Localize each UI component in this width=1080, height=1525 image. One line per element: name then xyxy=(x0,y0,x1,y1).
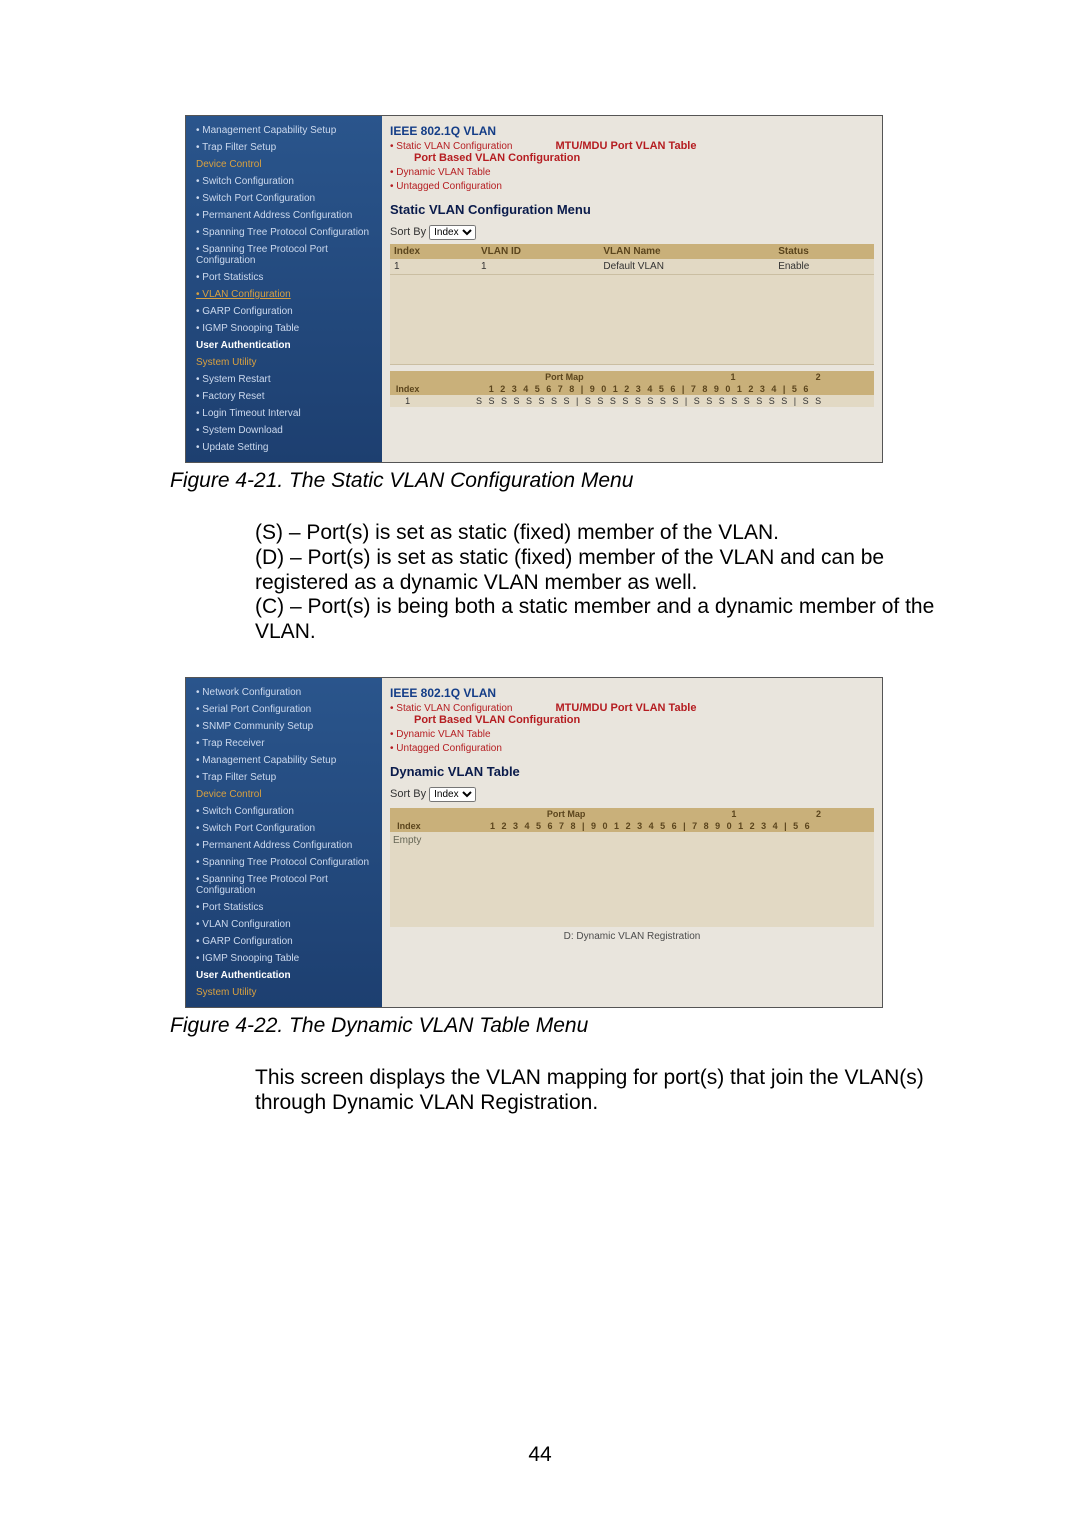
portmap-group-2: 2 xyxy=(789,371,848,383)
figure-caption-1: Figure 4-21. The Static VLAN Configurati… xyxy=(170,469,1080,493)
col-status: Status xyxy=(774,244,874,259)
vlan-table: Index VLAN ID VLAN Name Status 1 1 Defau… xyxy=(390,244,874,365)
sidebar-item[interactable]: • Spanning Tree Protocol Port Configurat… xyxy=(186,241,382,269)
sidebar-item[interactable]: • Switch Port Configuration xyxy=(186,820,382,837)
sidebar-item[interactable]: • Spanning Tree Protocol Configuration xyxy=(186,224,382,241)
portmap-values: S S S S S S S S | S S S S S S S S | S S … xyxy=(425,395,874,407)
link-untagged[interactable]: • Untagged Configuration xyxy=(390,743,502,754)
sidebar-item[interactable]: • VLAN Configuration xyxy=(186,916,382,933)
sidebar-item[interactable]: • GARP Configuration xyxy=(186,303,382,320)
body-text-2: This screen displays the VLAN mapping fo… xyxy=(255,1066,960,1116)
sidebar-item[interactable]: • IGMP Snooping Table xyxy=(186,320,382,337)
sidebar: • Management Capability Setup • Trap Fil… xyxy=(186,116,382,462)
portmap-port-numbers: 1 2 3 4 5 6 7 8 | 9 0 1 2 3 4 5 6 | 7 8 … xyxy=(425,383,874,395)
sidebar-item: Device Control xyxy=(186,786,382,803)
sidebar-item: Device Control xyxy=(186,156,382,173)
portmap-group-1: 1 xyxy=(704,808,763,820)
figure-dynamic-vlan: • Network Configuration • Serial Port Co… xyxy=(185,677,883,1008)
sidebar-item[interactable]: • Spanning Tree Protocol Port Configurat… xyxy=(186,871,382,899)
link-static-vlan[interactable]: • Static VLAN Configuration xyxy=(390,141,512,152)
panel-title: IEEE 802.1Q VLAN xyxy=(390,686,874,700)
portmap-port-numbers: 1 2 3 4 5 6 7 8 | 9 0 1 2 3 4 5 6 | 7 8 … xyxy=(428,820,874,832)
page-number: 44 xyxy=(0,1443,1080,1467)
section-title: Static VLAN Configuration Menu xyxy=(390,202,874,217)
portmap-group-1: 1 xyxy=(704,371,763,383)
port-based-vlan-label[interactable]: Port Based VLAN Configuration xyxy=(414,714,580,726)
sortby-label: Sort By xyxy=(390,788,426,800)
port-based-vlan-label[interactable]: Port Based VLAN Configuration xyxy=(414,152,580,164)
sidebar-item[interactable]: • Port Statistics xyxy=(186,899,382,916)
sidebar-item: System Utility xyxy=(186,984,382,1001)
sidebar-heading: User Authentication xyxy=(186,337,382,354)
sidebar-item[interactable]: • Trap Filter Setup xyxy=(186,139,382,156)
port-map-table: Port Map 1 2 Index 1 2 3 4 5 6 7 8 | 9 0… xyxy=(390,371,874,407)
sidebar-item[interactable]: • Port Statistics xyxy=(186,269,382,286)
sidebar-heading: User Authentication xyxy=(186,967,382,984)
sidebar-item[interactable]: • Trap Receiver xyxy=(186,735,382,752)
sidebar-item[interactable]: • Switch Configuration xyxy=(186,173,382,190)
port-vlan-table-label[interactable]: MTU/MDU Port VLAN Table xyxy=(556,702,697,714)
link-dynamic-vlan[interactable]: • Dynamic VLAN Table xyxy=(390,729,491,740)
portmap-index-label: Index xyxy=(390,820,428,832)
content-panel: IEEE 802.1Q VLAN • Static VLAN Configura… xyxy=(382,116,882,462)
dynamic-footer: D: Dynamic VLAN Registration xyxy=(390,931,874,942)
sidebar-item: System Utility xyxy=(186,354,382,371)
sidebar-item-active[interactable]: • VLAN Configuration xyxy=(186,286,382,303)
sidebar-item[interactable]: • Switch Configuration xyxy=(186,803,382,820)
sidebar-item[interactable]: • SNMP Community Setup xyxy=(186,718,382,735)
col-vlanname: VLAN Name xyxy=(599,244,774,259)
sidebar-item[interactable]: • Factory Reset xyxy=(186,388,382,405)
sidebar-item[interactable]: • Permanent Address Configuration xyxy=(186,207,382,224)
sidebar-item[interactable]: • Update Setting xyxy=(186,439,382,456)
sidebar-item[interactable]: • System Restart xyxy=(186,371,382,388)
portmap-index-label: Index xyxy=(390,383,425,395)
sidebar-item[interactable]: • Network Configuration xyxy=(186,684,382,701)
panel-title: IEEE 802.1Q VLAN xyxy=(390,124,874,138)
sidebar-item[interactable]: • Permanent Address Configuration xyxy=(186,837,382,854)
sidebar-item[interactable]: • System Download xyxy=(186,422,382,439)
col-vlanid: VLAN ID xyxy=(477,244,599,259)
sidebar-item[interactable]: • Switch Port Configuration xyxy=(186,190,382,207)
portmap-label: Port Map xyxy=(428,808,705,820)
figure-static-vlan: • Management Capability Setup • Trap Fil… xyxy=(185,115,883,463)
sidebar-item[interactable]: • Trap Filter Setup xyxy=(186,769,382,786)
sidebar-item[interactable]: • Management Capability Setup xyxy=(186,122,382,139)
dynamic-table-body: Empty xyxy=(390,832,874,927)
sortby-label: Sort By xyxy=(390,226,426,238)
sidebar-item[interactable]: • Login Timeout Interval xyxy=(186,405,382,422)
portmap-group-2: 2 xyxy=(789,808,848,820)
link-static-vlan[interactable]: • Static VLAN Configuration xyxy=(390,703,512,714)
portmap-label: Port Map xyxy=(425,371,703,383)
sidebar-item[interactable]: • IGMP Snooping Table xyxy=(186,950,382,967)
link-untagged[interactable]: • Untagged Configuration xyxy=(390,181,502,192)
sidebar: • Network Configuration • Serial Port Co… xyxy=(186,678,382,1007)
sidebar-item[interactable]: • Spanning Tree Protocol Configuration xyxy=(186,854,382,871)
port-map-table: Port Map 1 2 Index 1 2 3 4 5 6 7 8 | 9 0… xyxy=(390,808,874,832)
sortby-select[interactable]: Index xyxy=(429,225,476,240)
sortby-select[interactable]: Index xyxy=(429,787,476,802)
figure-caption-2: Figure 4-22. The Dynamic VLAN Table Menu xyxy=(170,1014,1080,1038)
portmap-row: 1 S S S S S S S S | S S S S S S S S | S … xyxy=(390,395,874,407)
sidebar-item[interactable]: • GARP Configuration xyxy=(186,933,382,950)
col-index: Index xyxy=(390,244,477,259)
sidebar-item[interactable]: • Management Capability Setup xyxy=(186,752,382,769)
port-vlan-table-label[interactable]: MTU/MDU Port VLAN Table xyxy=(556,140,697,152)
body-text-1: (S) – Port(s) is set as static (fixed) m… xyxy=(255,521,960,645)
content-panel: IEEE 802.1Q VLAN • Static VLAN Configura… xyxy=(382,678,882,1007)
section-title: Dynamic VLAN Table xyxy=(390,764,874,779)
sidebar-item[interactable]: • Serial Port Configuration xyxy=(186,701,382,718)
link-dynamic-vlan[interactable]: • Dynamic VLAN Table xyxy=(390,167,491,178)
table-row[interactable]: 1 1 Default VLAN Enable xyxy=(390,259,874,275)
